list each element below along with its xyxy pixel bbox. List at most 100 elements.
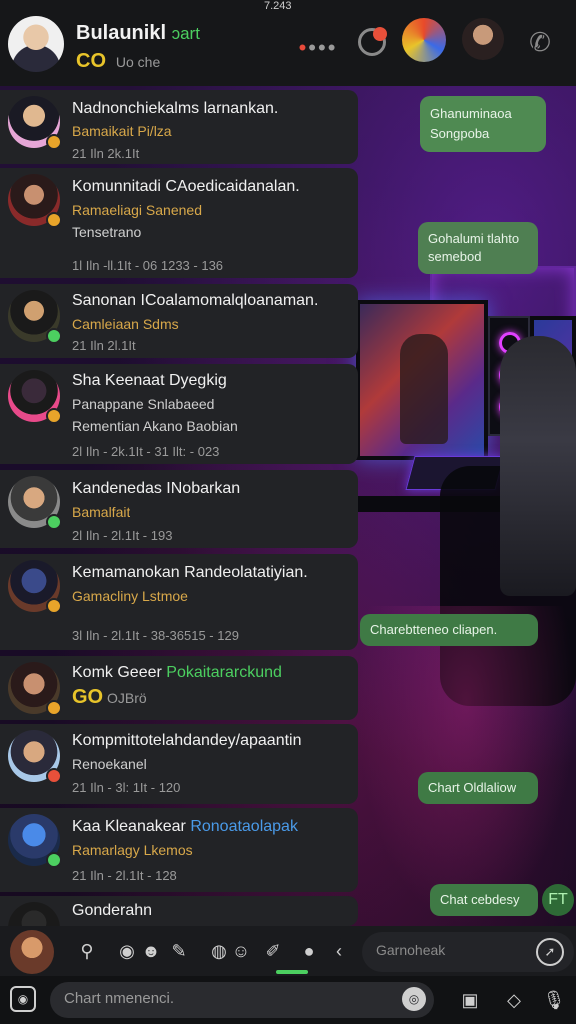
list-item[interactable]: Komunnitadi CAoedicaidanalan. Ramaeliagi… [0, 168, 358, 278]
search-placeholder: Garnoheak [376, 942, 446, 958]
chat-preview: Renoekanel [72, 756, 147, 772]
chat-meta: 21 Iln - 2l.1It - 128 [72, 868, 177, 883]
chat-meta: 21 Iln 2l.1It [72, 338, 136, 353]
subtitle-text: Uo che [115, 54, 161, 70]
list-item[interactable]: Sha Keenaat Dyegkig Panappane Snlabaeed … [0, 364, 358, 464]
chat-name-accent: Ronoataolapak [190, 818, 298, 835]
message-composer: ◉ Chart nmenenci. ◎ ▣ ◇ 🎙 [0, 976, 576, 1024]
status-badge [46, 212, 62, 228]
chat-preview: Bamaikait Pi/lza [72, 123, 172, 139]
game-character [400, 334, 448, 444]
chat-name: Komunnitadi CAoedicaidanalan. [72, 178, 300, 195]
status-badge [46, 768, 62, 784]
phone-icon[interactable]: ✆ [520, 22, 560, 62]
profile-avatar[interactable] [8, 16, 64, 72]
chat-meta: 21 Iln - 3l: 1It - 120 [72, 780, 181, 795]
chat-name: Gonderahn [72, 902, 153, 919]
status-badge [46, 134, 62, 150]
chat-name: Komk Geeer Pokaitararckund [72, 664, 282, 682]
chat-name: Kaa Kleanakear Ronoataolapak [72, 818, 298, 836]
avatar [8, 730, 62, 784]
bubble-line: Songpoba [430, 126, 490, 141]
message-bubble[interactable]: Ghanuminaoa Songpoba [420, 96, 546, 152]
list-item[interactable]: Kandenedas INobarkan Bamalfait 2l Iln - … [0, 470, 358, 548]
chat-name: Kompmittotelahdandey/apaantin [72, 732, 302, 749]
list-item[interactable]: Kemamanokan Randeolatatiyian. Gamacliny … [0, 554, 358, 650]
list-item[interactable]: Kompmittotelahdandey/apaantin Renoekanel… [0, 724, 358, 804]
bubble-line: Ghanuminaoa [430, 106, 512, 121]
chat-name-text: Komk Geeer [72, 664, 162, 681]
avatar [8, 814, 62, 868]
message-placeholder: Chart nmenenci. [64, 990, 175, 1007]
compass-icon[interactable]: ➚ [536, 938, 564, 966]
go-badge: CO [76, 50, 106, 72]
monitor [356, 300, 488, 460]
message-bubble[interactable]: Charebtteneo cliapen. [360, 614, 538, 646]
status-badge [46, 598, 62, 614]
camera-icon[interactable]: ◉ [10, 986, 36, 1012]
gallery-icon[interactable]: ▣ [458, 988, 482, 1012]
app-header: 7.243 Bulaunikl ɔart CO Uo che • ••• ✆ [0, 0, 576, 86]
status-badge [46, 514, 62, 530]
status-badge [46, 700, 62, 716]
chat-preview: Ramarlagy Lkemos [72, 842, 193, 858]
avatar [8, 174, 62, 228]
avatar [8, 662, 62, 716]
gamer-person [500, 336, 576, 596]
chat-preview: Gamacliny Lstmoe [72, 588, 188, 604]
chat-name-accent: Pokaitararckund [166, 664, 282, 681]
more-options-icon[interactable]: • ••• [298, 28, 338, 68]
microphone-icon[interactable]: 🎙 [542, 988, 566, 1012]
status-badge [46, 852, 62, 868]
chat-name: Kemamanokan Randeolatatiyian. [72, 564, 308, 581]
chat-list: Nadnonchiekalms larnankan. Bamaikait Pi/… [0, 86, 360, 926]
toolbar-avatar[interactable] [10, 930, 54, 974]
notification-dot-icon: • [298, 35, 309, 60]
message-bubble[interactable]: Gohalumi tlahto semebod [418, 222, 538, 274]
status-ring-icon[interactable] [352, 22, 392, 62]
chat-name: Kandenedas INobarkan [72, 480, 241, 497]
face-icon[interactable]: ☺ [226, 936, 256, 966]
contact-avatar[interactable] [462, 18, 504, 60]
chat-name: Sanonan ICoalamomalqloanaman. [72, 292, 319, 309]
list-item[interactable]: Gonderahn [0, 896, 358, 926]
go-badge: GO [72, 686, 104, 708]
group-avatar[interactable] [402, 18, 446, 62]
chat-name: Sha Keenaat Dyegkig [72, 372, 227, 389]
header-subtitle: CO Uo che [76, 50, 160, 73]
tag-icon[interactable]: ◇ [502, 988, 526, 1012]
chat-preview-2: Rementian Akano Baobian [72, 418, 238, 434]
chat-preview: Panappane Snlabaeed [72, 396, 215, 412]
drag-handle[interactable] [276, 970, 308, 974]
status-badge [46, 328, 62, 344]
quick-toolbar: ⚲ ◉ ☻ ✎ ◍ ☺ ✐ ● ‹ Garnoheak ➚ [0, 926, 576, 976]
emoji-icon[interactable]: ☻ [136, 936, 166, 966]
avatar [8, 902, 60, 926]
list-item[interactable]: Kaa Kleanakear Ronoataolapak Ramarlagy L… [0, 808, 358, 892]
alert-dot-icon [373, 27, 387, 41]
title-accent: ɔart [171, 24, 200, 43]
chat-meta: 2l Iln - 2l.1It - 193 [72, 528, 173, 543]
bubble-line: Gohalumi tlahto [428, 231, 520, 246]
bubble-action-icon[interactable]: FT [542, 884, 574, 916]
back-chevron-icon[interactable]: ‹ [324, 936, 354, 966]
chat-name: Nadnonchiekalms larnankan. [72, 100, 279, 117]
list-item[interactable]: Sanonan ICoalamomalqloanaman. Camleiaan … [0, 284, 358, 358]
attach-icon[interactable]: ⚲ [72, 936, 102, 966]
dots-text: ••• [308, 35, 338, 60]
emoji-icon[interactable]: ◎ [402, 987, 426, 1011]
chat-meta: 21 Iln 2k.1It [72, 146, 140, 161]
search-input[interactable]: Garnoheak ➚ [362, 932, 574, 972]
chat-preview: Ramaeliagi Sanened [72, 202, 202, 218]
list-item[interactable]: Nadnonchiekalms larnankan. Bamaikait Pi/… [0, 90, 358, 164]
list-item[interactable]: Komk Geeer Pokaitararckund GO OJBrö [0, 656, 358, 720]
brush-icon[interactable]: ✎ [164, 936, 194, 966]
message-input[interactable]: Chart nmenenci. ◎ [50, 982, 434, 1018]
message-bubble[interactable]: Chat cebdesy [430, 884, 538, 916]
pen-icon[interactable]: ✐ [258, 936, 288, 966]
avatar-icon[interactable]: ● [294, 936, 324, 966]
avatar [8, 290, 62, 344]
chat-name-text: Kaa Kleanakear [72, 818, 186, 835]
status-time: 7.243 [264, 0, 292, 12]
message-bubble[interactable]: Chart Oldlaliow [418, 772, 538, 804]
